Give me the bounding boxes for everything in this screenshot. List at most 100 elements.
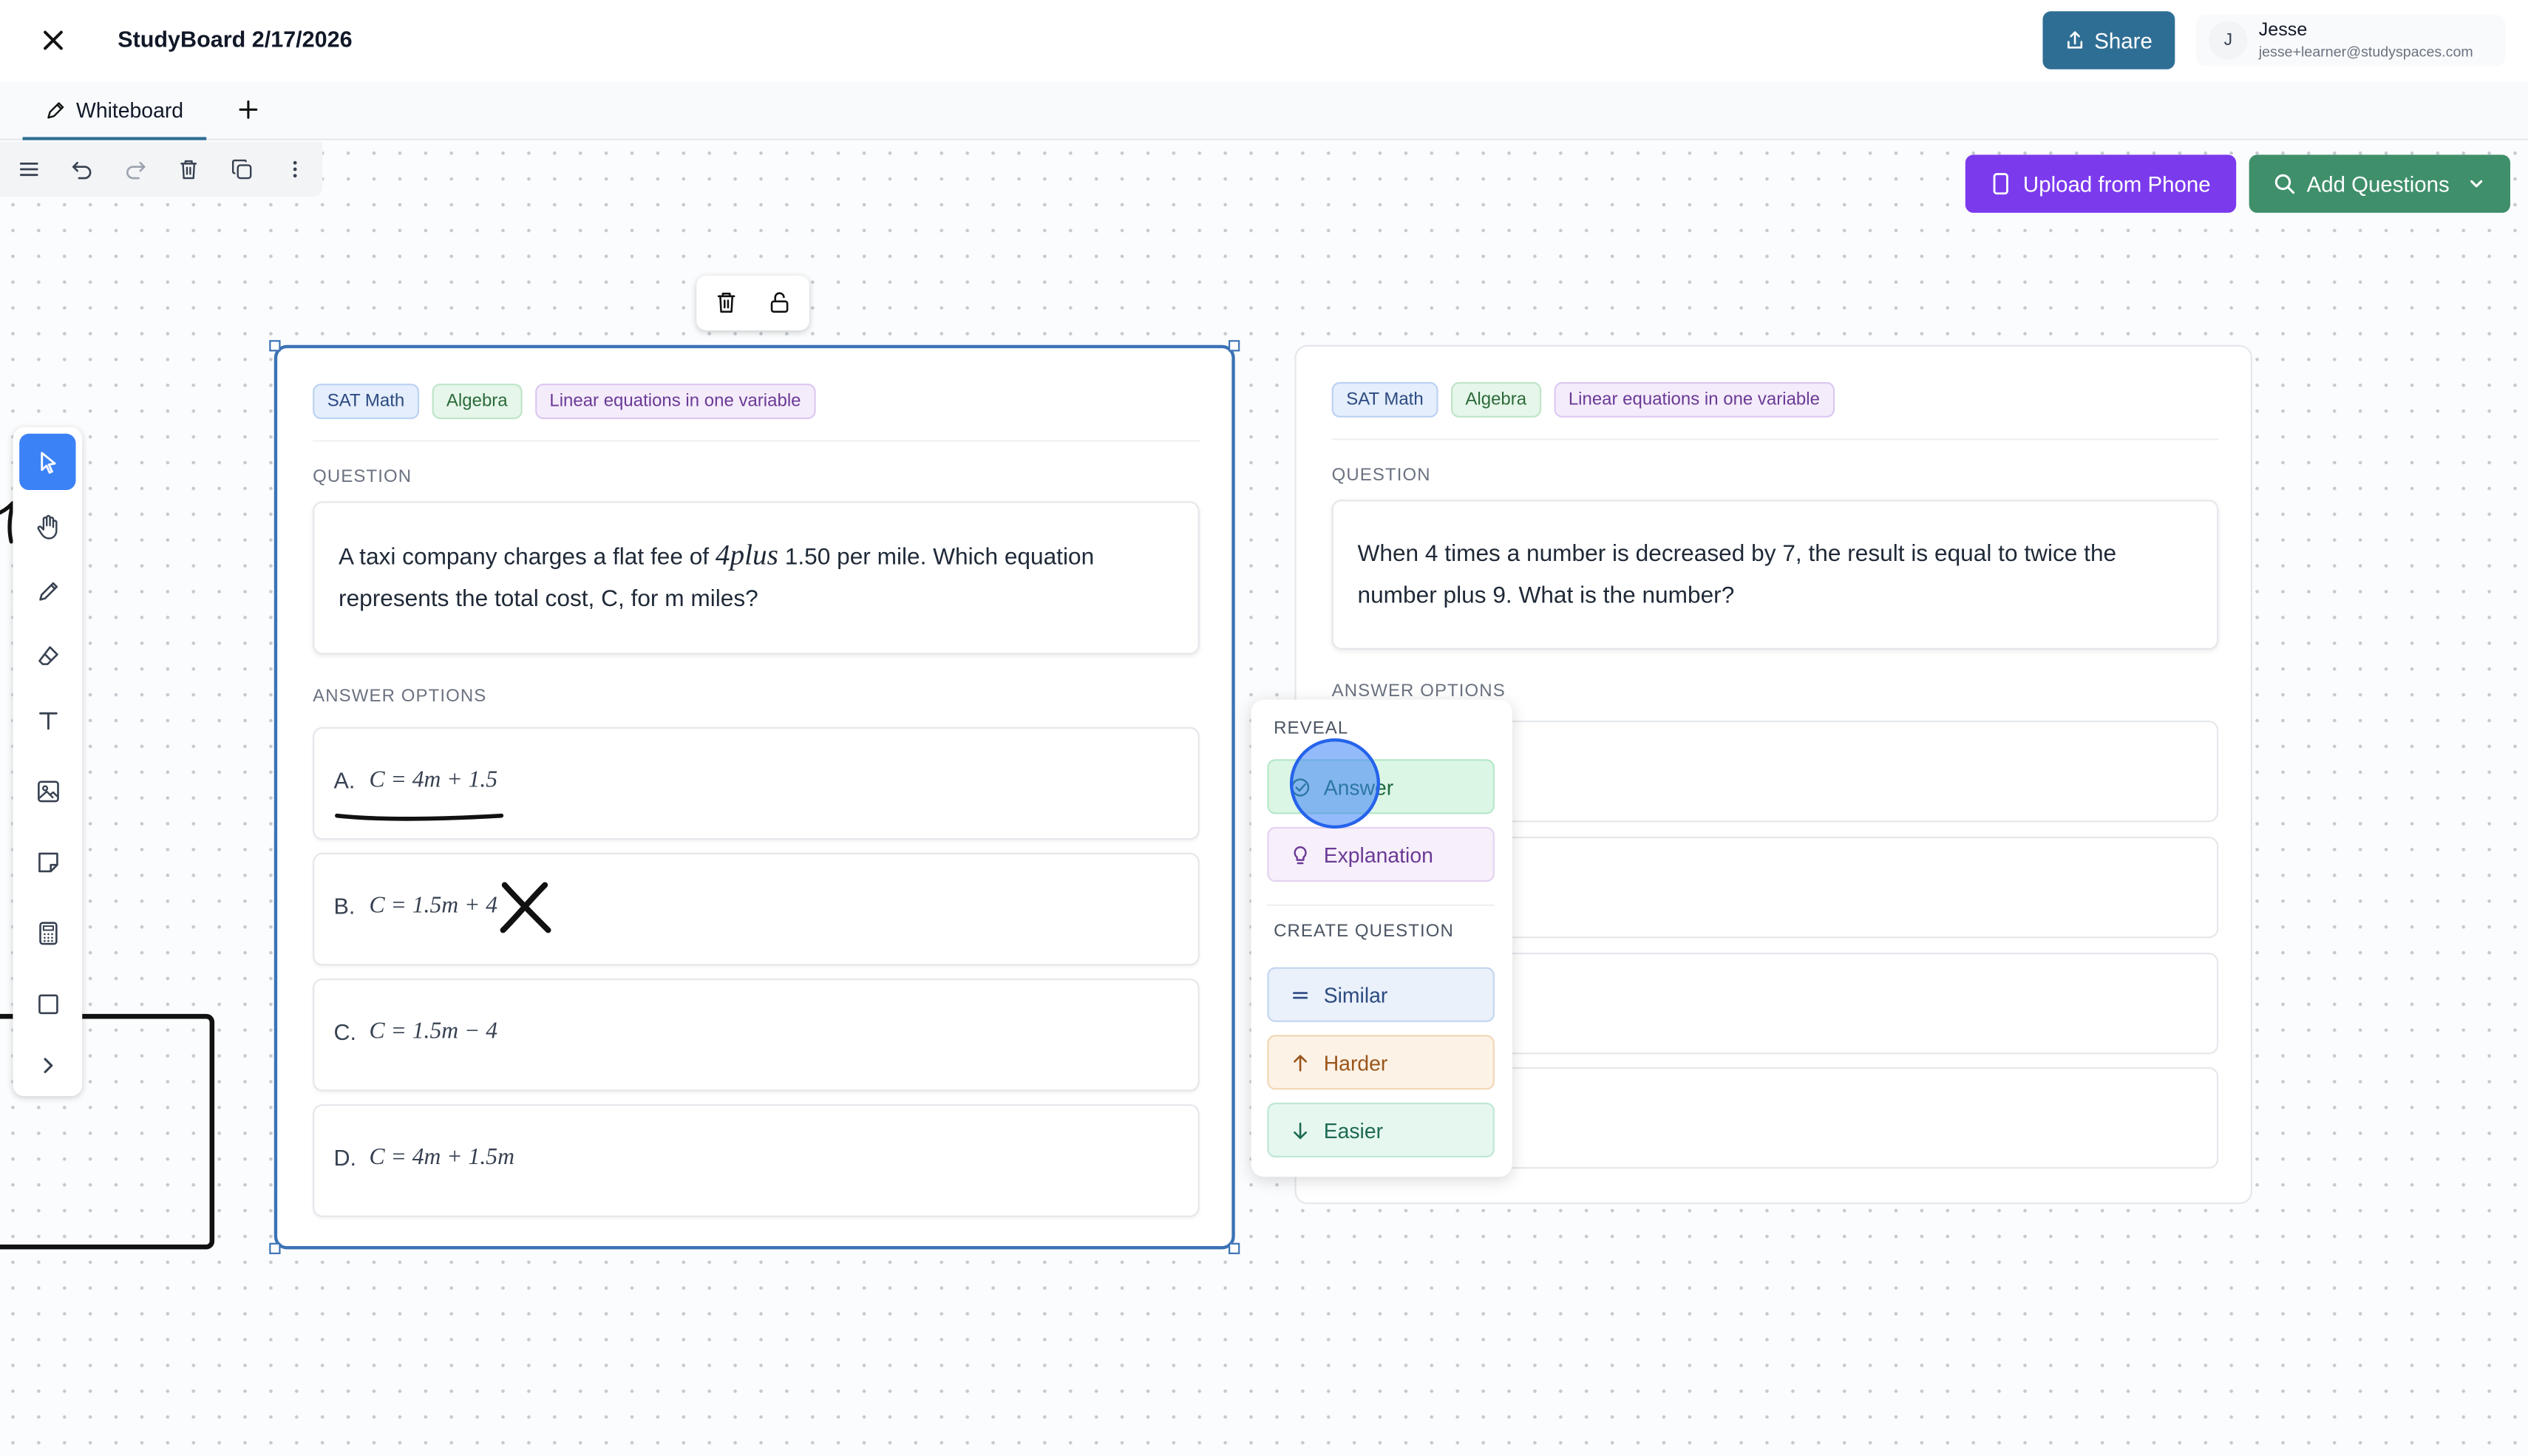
easier-label: Easier [1323,1117,1384,1143]
click-indicator [1289,738,1381,829]
option-letter: A. [333,767,356,794]
more-options-icon[interactable] [282,157,308,183]
delete-card-icon[interactable] [714,290,738,315]
search-icon [2274,174,2294,194]
option-expression: C = 4m + 1.5m [369,1144,514,1171]
user-name: Jesse [2258,21,2308,41]
add-questions-label: Add Questions [2306,171,2450,197]
eraser-tool[interactable] [19,627,75,683]
create-similar-button[interactable]: Similar [1267,967,1495,1022]
sticky-note-tool[interactable] [19,834,75,890]
answer-option-b[interactable]: B. C = 1.5m + 4 [313,852,1200,966]
eraser-icon [38,645,58,664]
redo-icon[interactable] [123,157,149,183]
image-tool[interactable] [19,763,75,819]
cross-mark [500,882,551,933]
upload-from-phone-button[interactable]: Upload from Phone [1965,154,2237,213]
question-actions-popover: REVEAL Answer Explanation CREATE QUESTIO… [1251,699,1512,1177]
share-label: Share [2094,28,2152,52]
hand-tool[interactable] [19,498,75,554]
board-title: StudyBoard 2/17/2026 [118,25,353,52]
card-tags: SAT Math Algebra Linear equations in one… [1331,381,1835,418]
card-tags: SAT Math Algebra Linear equations in one… [313,384,816,420]
text-icon [38,711,57,729]
reveal-explanation-button[interactable]: Explanation [1267,826,1495,882]
similar-label: Similar [1323,982,1388,1007]
option-letter: D. [333,1144,357,1171]
calculator-icon [38,921,57,945]
drawing-tools-panel [13,426,83,1097]
card-divider [313,440,1200,442]
explanation-label: Explanation [1323,842,1433,867]
image-icon [36,780,58,802]
share-button[interactable]: Share [2042,11,2175,69]
menu-icon[interactable] [16,157,42,183]
question-label: QUESTION [313,467,412,487]
arrow-down-icon [1294,1121,1308,1139]
tag-skill: Linear equations in one variable [534,384,816,420]
user-email: jesse+learner@studyspaces.com [2258,43,2473,60]
question-text-before: A taxi company charges a flat fee of [339,545,710,571]
duplicate-icon[interactable] [229,157,255,183]
upload-label: Upload from Phone [2022,171,2211,197]
pencil-icon [38,581,57,600]
expand-tools-button[interactable] [19,1036,75,1092]
answer-options-label: ANSWER OPTIONS [313,687,487,707]
resize-handle[interactable] [269,340,281,352]
option-expression: C = 1.5m − 4 [369,1018,498,1045]
pointer-icon [40,451,55,473]
tab-bar: Whiteboard [0,82,2528,140]
unlock-icon[interactable] [767,290,792,315]
question-card-selected[interactable]: SAT Math Algebra Linear equations in one… [269,340,1240,1254]
create-easier-button[interactable]: Easier [1267,1102,1495,1158]
delete-icon[interactable] [176,157,202,183]
underline-mark [335,813,504,821]
lightbulb-icon [1294,845,1307,864]
question-math: 4plus [715,538,778,571]
user-menu[interactable]: J Jesse jesse+learner@studyspaces.com [2195,14,2506,67]
sticky-note-icon [38,851,58,872]
phone-icon [1993,173,2008,195]
calculator-tool[interactable] [19,905,75,961]
question-text: When 4 times a number is decreased by 7,… [1331,500,2219,650]
resize-handle[interactable] [1229,340,1240,352]
tab-whiteboard-label: Whiteboard [76,97,184,122]
tag-topic: Algebra [1450,381,1541,418]
chevron-down-icon [2470,180,2483,188]
resize-handle[interactable] [1229,1242,1240,1254]
option-expression: C = 1.5m + 4 [369,893,498,919]
avatar: J [2209,21,2248,60]
tab-whiteboard[interactable]: Whiteboard [22,82,207,140]
question-label: QUESTION [1331,466,1431,486]
question-text: A taxi company charges a flat fee of 4pl… [313,501,1200,655]
option-expression: C = 4m + 1.5 [369,767,498,794]
close-icon [44,30,63,50]
rectangle-tool[interactable] [19,976,75,1032]
answer-options-label: ANSWER OPTIONS [1331,681,1506,701]
answer-option-c[interactable]: C. C = 1.5m − 4 [313,978,1200,1092]
tag-skill: Linear equations in one variable [1554,381,1835,418]
undo-icon[interactable] [69,157,95,183]
text-tool[interactable] [19,692,75,748]
arrow-up-icon [1294,1054,1308,1071]
pencil-tag-icon [47,101,64,118]
answer-option-d[interactable]: D. C = 4m + 1.5m [313,1104,1200,1217]
tag-subject: SAT Math [313,384,419,420]
add-questions-button[interactable]: Add Questions [2249,154,2511,213]
square-icon [38,993,58,1014]
option-letter: B. [333,893,356,919]
card-divider [1331,438,2219,440]
create-question-label: CREATE QUESTION [1274,922,1454,942]
select-tool[interactable] [19,433,76,491]
edit-toolbar [0,141,323,197]
share-icon [2067,31,2083,49]
answer-option-a[interactable]: A. C = 4m + 1.5 [313,727,1200,840]
tag-topic: Algebra [432,384,523,420]
resize-handle[interactable] [269,1242,281,1254]
tag-subject: SAT Math [1331,381,1438,418]
close-button[interactable] [35,23,71,58]
add-tab-button[interactable] [232,94,265,126]
pencil-tool[interactable] [19,562,75,619]
create-harder-button[interactable]: Harder [1267,1035,1495,1090]
chevron-right-icon [43,1057,52,1072]
